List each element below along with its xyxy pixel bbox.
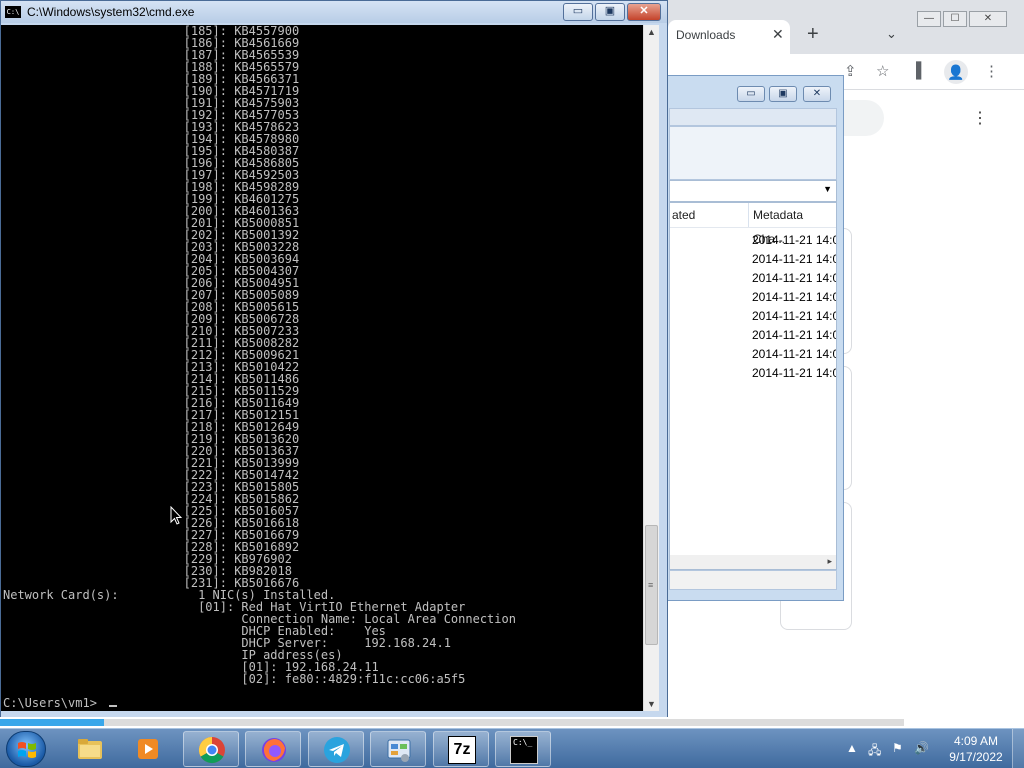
control-panel-icon: [387, 739, 411, 762]
mouse-pointer-icon: [170, 506, 182, 525]
table-row[interactable]: 2014-11-21 14:0: [752, 347, 836, 361]
downloads-more-icon[interactable]: ⋮: [972, 108, 988, 128]
table-row[interactable]: 2014-11-21 14:0: [752, 366, 836, 380]
cmd-maximize-button[interactable]: ▣: [595, 3, 625, 21]
start-button[interactable]: [6, 731, 46, 767]
taskbar-telegram[interactable]: [308, 731, 364, 767]
address-bar[interactable]: [669, 108, 837, 126]
window-title: C:\Windows\system32\cmd.exe: [27, 5, 195, 19]
scroll-up-icon[interactable]: ▲: [647, 27, 656, 37]
header-divider: [670, 227, 836, 228]
chrome-maximize-button[interactable]: ☐: [943, 11, 967, 27]
show-hidden-icons-icon[interactable]: ▲: [846, 741, 858, 755]
grip-icon: ≡: [648, 580, 654, 590]
taskbar-media-player[interactable]: [120, 731, 176, 767]
status-bar: [669, 570, 837, 590]
windows-logo-icon: [18, 742, 36, 758]
new-tab-button[interactable]: +: [807, 24, 819, 44]
table-row[interactable]: 2014-11-21 14:0: [752, 271, 836, 285]
window-bottom-band: [0, 717, 1024, 728]
horizontal-scrollbar[interactable]: ▸: [670, 555, 836, 569]
text-cursor: [109, 705, 117, 707]
table-row[interactable]: 2014-11-21 14:0: [752, 328, 836, 342]
network-icon[interactable]: 🖧: [868, 741, 881, 762]
taskbar-firefox[interactable]: [245, 731, 301, 767]
profile-avatar-icon[interactable]: 👤: [944, 60, 968, 84]
column-header-metadata-changed[interactable]: Metadata Cha...: [748, 203, 836, 246]
scroll-right-icon[interactable]: ▸: [827, 556, 832, 567]
vertical-scrollbar[interactable]: ▲ ≡ ▼: [643, 25, 659, 711]
scroll-track: [104, 719, 904, 726]
file-window[interactable]: ▭ ▣ ✕ ▼ ated Metadata Cha... 2014-11-21 …: [660, 75, 844, 601]
taskbar-control-panel[interactable]: [370, 731, 426, 767]
table-row[interactable]: 2014-11-21 14:0: [752, 233, 836, 247]
file-list: ated Metadata Cha... 2014-11-21 14:0 201…: [669, 202, 837, 570]
tab-downloads[interactable]: Downloads ✕: [668, 20, 790, 54]
bookmark-star-icon[interactable]: ☆: [876, 62, 889, 80]
cmd-app-icon[interactable]: C:\: [5, 6, 21, 18]
cmd-titlebar[interactable]: C:\ C:\Windows\system32\cmd.exe ▭ ▣ ✕: [1, 1, 667, 23]
media-player-icon: [138, 739, 158, 759]
clock-time[interactable]: 4:09 AM: [946, 734, 1006, 748]
table-row[interactable]: 2014-11-21 14:0: [752, 252, 836, 266]
tab-close-icon[interactable]: ✕: [772, 26, 784, 43]
system-tray: ▲ 🖧 ⚑ 🔊 4:09 AM 9/17/2022: [840, 729, 1024, 768]
file-window-minimize-button[interactable]: ▭: [737, 86, 765, 102]
show-desktop-button[interactable]: [1012, 729, 1024, 768]
share-icon[interactable]: ⇪: [844, 62, 857, 80]
chrome-close-button[interactable]: ✕: [969, 11, 1007, 27]
7zip-icon: 7z: [448, 736, 476, 764]
chrome-icon: [198, 736, 225, 764]
taskbar-7zip[interactable]: 7z: [433, 731, 489, 767]
chevron-down-icon[interactable]: ▼: [823, 184, 832, 194]
console-output[interactable]: [185]: KB4557900 [186]: KB4561669 [187]:…: [1, 25, 643, 711]
cmd-minimize-button[interactable]: ▭: [563, 3, 593, 21]
table-row[interactable]: 2014-11-21 14:0: [752, 290, 836, 304]
file-window-maximize-button[interactable]: ▣: [769, 86, 797, 102]
scroll-down-icon[interactable]: ▼: [647, 699, 656, 709]
cmd-icon: C:\_: [510, 736, 538, 764]
progress-highlight: [0, 719, 104, 726]
ribbon: [669, 126, 837, 180]
tab-title: Downloads: [676, 28, 736, 42]
folder-icon: [78, 739, 102, 759]
file-window-close-button[interactable]: ✕: [803, 86, 831, 102]
volume-icon[interactable]: 🔊: [914, 741, 929, 755]
taskbar-chrome[interactable]: [183, 731, 239, 767]
chrome-minimize-button[interactable]: —: [917, 11, 941, 27]
side-panel-icon[interactable]: ▌: [916, 62, 927, 79]
filter-dropdown[interactable]: ▼: [669, 180, 837, 202]
clock-date[interactable]: 9/17/2022: [946, 750, 1006, 764]
cmd-window[interactable]: C:\ C:\Windows\system32\cmd.exe ▭ ▣ ✕ [1…: [0, 0, 668, 720]
chrome-menu-icon[interactable]: ⋮: [984, 62, 999, 80]
taskbar: 7z C:\_ ▲ 🖧 ⚑ 🔊 4:09 AM 9/17/2022: [0, 728, 1024, 768]
chrome-tabstrip: Downloads ✕ + ⌄ — ☐ ✕: [660, 0, 1024, 54]
column-header-created[interactable]: ated: [670, 203, 748, 227]
taskbar-explorer[interactable]: [62, 731, 118, 767]
action-center-flag-icon[interactable]: ⚑: [892, 741, 903, 755]
console-text: [185]: KB4557900 [186]: KB4561669 [187]:…: [3, 25, 516, 710]
telegram-icon: [324, 737, 350, 763]
tab-search-icon[interactable]: ⌄: [886, 26, 897, 42]
table-row[interactable]: 2014-11-21 14:0: [752, 309, 836, 323]
firefox-icon: [262, 738, 286, 762]
cmd-close-button[interactable]: ✕: [627, 3, 661, 21]
taskbar-cmd[interactable]: C:\_: [495, 731, 551, 767]
scrollbar-thumb[interactable]: ≡: [645, 525, 658, 645]
